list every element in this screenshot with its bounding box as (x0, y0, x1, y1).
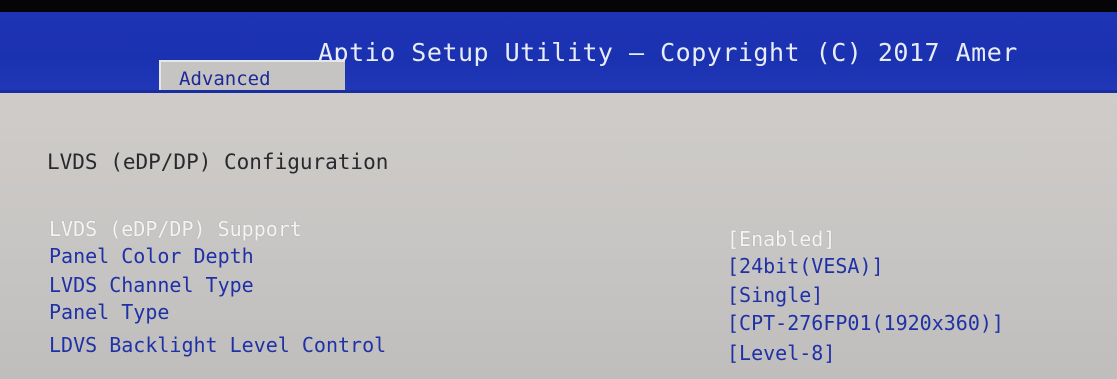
setting-value-backlight-level[interactable]: [Level-8] (727, 341, 835, 365)
setting-value-panel-type[interactable]: [CPT-276FP01(1920x360)] (727, 311, 1004, 335)
setting-value-lvds-channel-type[interactable]: [Single] (727, 283, 823, 307)
setting-label-lvds-support[interactable]: LVDS (eDP/DP) Support (49, 217, 302, 241)
utility-title: Aptio Setup Utility – Copyright (C) 2017… (318, 38, 1018, 67)
settings-panel: LVDS (eDP/DP) Configuration LVDS (eDP/DP… (0, 93, 1117, 379)
monitor-bezel (0, 0, 1117, 12)
bios-screen: Aptio Setup Utility – Copyright (C) 2017… (0, 0, 1117, 379)
setting-label-panel-type[interactable]: Panel Type (49, 300, 169, 324)
setting-label-panel-color-depth[interactable]: Panel Color Depth (49, 244, 254, 268)
setting-value-lvds-support[interactable]: [Enabled] (727, 227, 835, 251)
tab-advanced-label: Advanced (179, 68, 271, 90)
setting-value-panel-color-depth[interactable]: [24bit(VESA)] (727, 254, 884, 278)
setting-label-lvds-channel-type[interactable]: LVDS Channel Type (49, 273, 254, 297)
page-title: LVDS (eDP/DP) Configuration (47, 150, 389, 174)
header-bar: Aptio Setup Utility – Copyright (C) 2017… (0, 12, 1117, 100)
setting-label-backlight-level[interactable]: LDVS Backlight Level Control (49, 333, 386, 357)
